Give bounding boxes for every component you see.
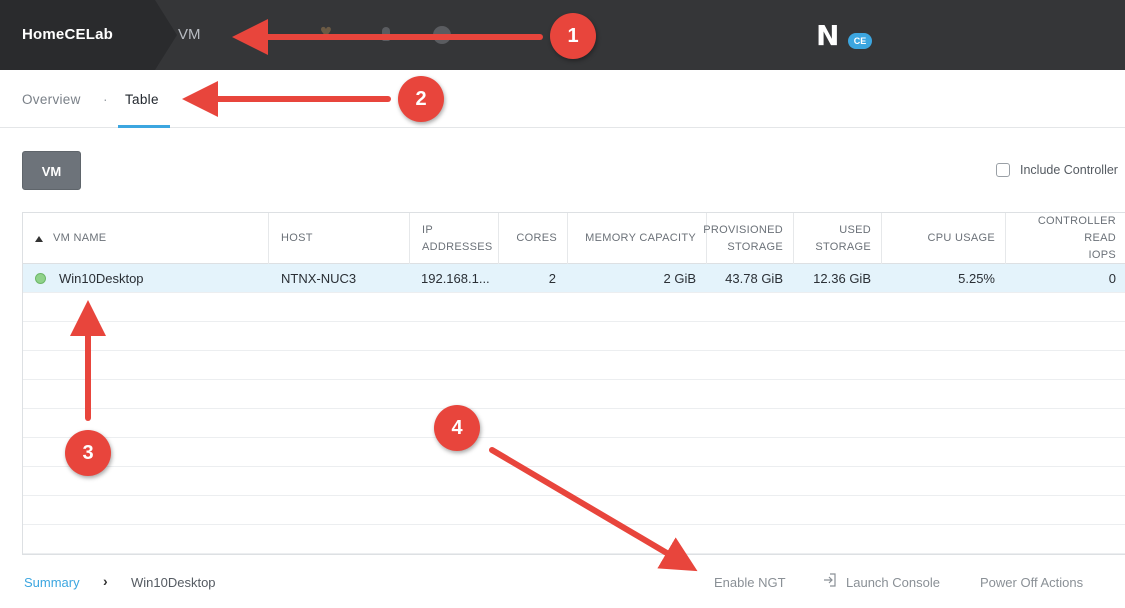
empty-row xyxy=(23,409,1125,438)
help-icon[interactable] xyxy=(433,26,451,44)
logo-ce-badge: CE xyxy=(848,33,872,49)
column-header-used-storage[interactable]: USED STORAGE xyxy=(793,213,881,264)
column-header-label: VM NAME xyxy=(53,232,107,244)
cell-used-storage: 12.36 GiB xyxy=(813,271,871,286)
column-header-memory-capacity[interactable]: MEMORY CAPACITY xyxy=(567,213,706,264)
column-header-cpu-usage[interactable]: CPU USAGE xyxy=(881,213,1005,264)
annotation-badge-3: 3 xyxy=(65,430,111,476)
column-header-vm-name[interactable]: VM NAME xyxy=(23,213,268,264)
active-tab-underline xyxy=(118,125,170,128)
column-header-cores[interactable]: CORES xyxy=(498,213,567,264)
column-header-label: IP xyxy=(422,223,433,236)
cluster-chevron xyxy=(155,0,177,70)
empty-row xyxy=(23,351,1125,380)
cell-provisioned-storage: 43.78 GiB xyxy=(725,271,783,286)
create-vm-button[interactable]: VM xyxy=(22,151,81,190)
column-header-label: USED xyxy=(839,223,871,236)
cluster-name[interactable]: HomeCELab xyxy=(22,26,113,43)
annotation-badge-1: 1 xyxy=(550,13,596,59)
breadcrumb-chevron-icon: › xyxy=(103,573,108,589)
tab-overview[interactable]: Overview xyxy=(22,92,81,107)
tab-table[interactable]: Table xyxy=(125,92,159,107)
column-header-ip-addresses[interactable]: IP ADDRESSES xyxy=(409,213,498,264)
launch-console-icon[interactable] xyxy=(823,573,836,587)
summary-link[interactable]: Summary xyxy=(24,575,80,590)
column-header-label: CPU USAGE xyxy=(927,232,995,244)
empty-row xyxy=(23,467,1125,496)
vm-power-status-icon xyxy=(35,273,46,284)
annotation-badge-2: 2 xyxy=(398,76,444,122)
empty-row xyxy=(23,380,1125,409)
enable-ngt-button[interactable]: Enable NGT xyxy=(714,575,786,590)
sort-ascending-icon[interactable] xyxy=(35,235,43,242)
vm-table: VM NAME HOST IP ADDRESSES CORES MEMORY CA… xyxy=(22,212,1125,555)
cell-ip-address: 192.168.1... xyxy=(421,271,490,286)
selected-vm-name: Win10Desktop xyxy=(131,575,216,590)
empty-row xyxy=(23,293,1125,322)
column-header-label-line2: STORAGE xyxy=(727,240,783,253)
include-controller-label[interactable]: Include Controller xyxy=(1020,163,1118,177)
cluster-selector[interactable]: HomeCELab xyxy=(0,0,155,70)
column-header-label: HOST xyxy=(281,232,313,244)
column-header-label: PROVISIONED xyxy=(703,223,783,236)
heart-icon[interactable]: ♥ xyxy=(320,21,332,44)
cell-cpu-usage: 5.25% xyxy=(958,271,995,286)
launch-console-button[interactable]: Launch Console xyxy=(846,575,940,590)
column-header-label: CORES xyxy=(516,232,557,244)
column-header-provisioned-storage[interactable]: PROVISIONED STORAGE xyxy=(703,213,793,264)
cell-memory: 2 GiB xyxy=(663,271,696,286)
tab-separator: · xyxy=(103,91,108,107)
cell-vm-name[interactable]: Win10Desktop xyxy=(59,264,259,293)
nutanix-logo: N CE xyxy=(816,20,874,52)
action-footer: Summary › Win10Desktop Enable NGT Launch… xyxy=(0,570,1125,596)
empty-row xyxy=(23,496,1125,525)
bell-icon[interactable] xyxy=(382,27,390,41)
empty-row xyxy=(23,438,1125,467)
column-header-label: MEMORY CAPACITY xyxy=(585,232,696,244)
app-root: HomeCELab VM ♥ N CE Overview · Table VM … xyxy=(0,0,1125,608)
sub-navigation: Overview · Table xyxy=(0,70,1125,128)
column-header-label-line2: IOPS xyxy=(1088,249,1116,261)
cell-host: NTNX-NUC3 xyxy=(281,271,357,286)
column-header-controller-read-iops[interactable]: CONTROLLER READ IOPS xyxy=(1005,213,1125,264)
include-controller-checkbox[interactable] xyxy=(996,163,1010,177)
column-header-host[interactable]: HOST xyxy=(268,213,409,264)
view-selector[interactable]: VM xyxy=(178,26,201,43)
logo-letter: N xyxy=(816,19,840,52)
empty-row xyxy=(23,525,1125,554)
power-off-actions-button[interactable]: Power Off Actions xyxy=(980,575,1083,590)
cell-controller-read-iops: 0 xyxy=(1108,271,1116,286)
column-header-label: CONTROLLER READ xyxy=(1037,215,1116,244)
annotation-badge-4: 4 xyxy=(434,405,480,451)
cell-cores: 2 xyxy=(548,271,556,286)
empty-row xyxy=(23,322,1125,351)
column-header-label-line2: STORAGE xyxy=(815,240,871,253)
table-header: VM NAME HOST IP ADDRESSES CORES MEMORY CA… xyxy=(23,213,1125,264)
table-row[interactable]: Win10Desktop NTNX-NUC3 192.168.1... 2 2 … xyxy=(23,264,1125,293)
column-header-label-line2: ADDRESSES xyxy=(422,240,493,253)
